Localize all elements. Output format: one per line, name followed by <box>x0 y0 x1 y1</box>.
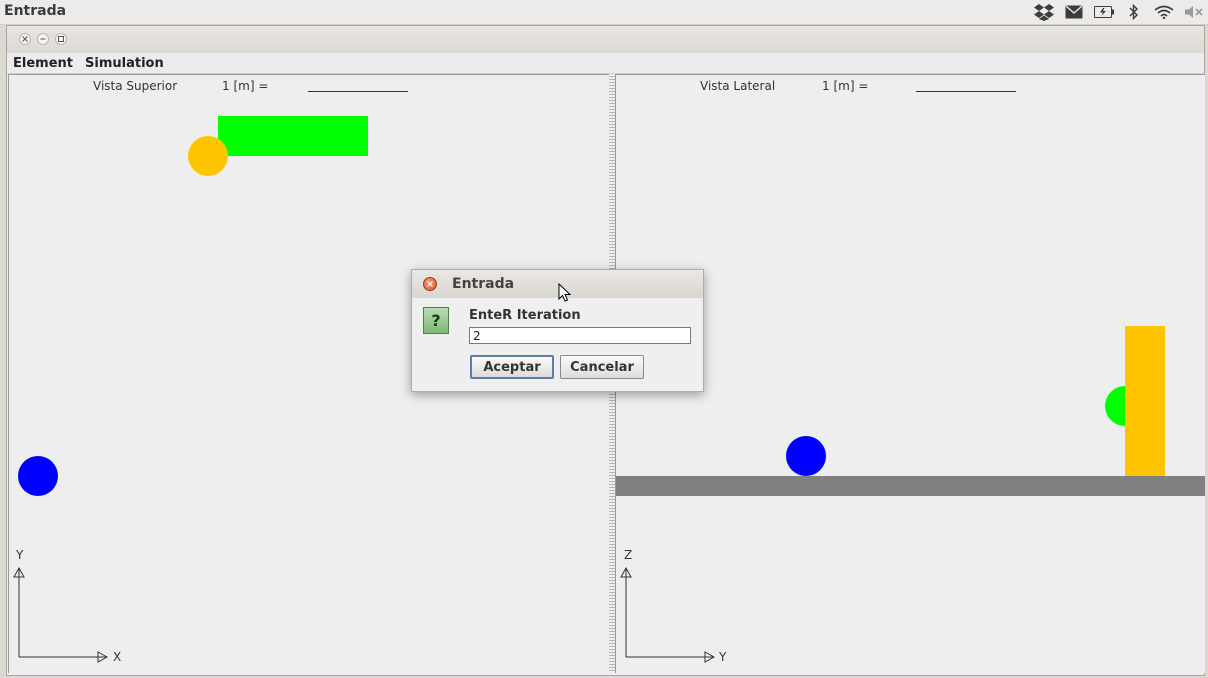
mouse-cursor-icon <box>558 283 572 302</box>
maximize-icon <box>58 36 64 42</box>
window-minimize-button[interactable] <box>37 33 49 45</box>
dialog-close-button[interactable] <box>423 277 437 291</box>
volume-muted-icon[interactable] <box>1184 2 1204 22</box>
bluetooth-icon[interactable] <box>1124 2 1144 22</box>
blue-circle-element-side[interactable] <box>786 436 826 476</box>
top-view-scale-label: 1 [m] = <box>222 79 269 93</box>
wifi-icon[interactable] <box>1154 2 1174 22</box>
minimize-icon <box>40 38 46 40</box>
side-view-scale-label: 1 [m] = <box>822 79 869 93</box>
close-icon <box>427 281 433 287</box>
yellow-element-side[interactable] <box>1125 326 1165 476</box>
close-icon <box>22 36 28 42</box>
side-view-axis-h-label: Y <box>719 650 727 664</box>
window-maximize-button[interactable] <box>55 33 67 45</box>
blue-circle-element[interactable] <box>18 456 58 496</box>
mail-icon[interactable] <box>1064 2 1084 22</box>
accept-button[interactable]: Aceptar <box>470 355 554 379</box>
system-top-panel: Entrada <box>0 0 1208 25</box>
window-titlebar[interactable] <box>7 26 1204 54</box>
side-view-title: Vista Lateral <box>700 79 776 93</box>
floor-plane <box>616 476 1205 496</box>
dialog-prompt: EnteR Iteration <box>469 308 581 323</box>
yellow-circle-element[interactable] <box>188 136 228 176</box>
window-close-button[interactable] <box>19 33 31 45</box>
app-title: Entrada <box>4 3 67 19</box>
side-view-axis-v-label: Z <box>624 548 633 562</box>
question-icon: ? <box>423 307 449 334</box>
dialog-title: Entrada <box>452 276 515 292</box>
top-view-title: Vista Superior <box>93 79 178 93</box>
top-view-axis-v-label: Y <box>16 548 24 562</box>
side-view-scale-bar <box>916 91 1016 92</box>
menu-simulation[interactable]: Simulation <box>79 56 170 71</box>
iteration-input[interactable] <box>469 327 691 344</box>
green-rectangle-element[interactable] <box>218 116 368 156</box>
dropbox-icon[interactable] <box>1034 2 1054 22</box>
top-view-scale-bar <box>308 91 408 92</box>
menu-element[interactable]: Element <box>7 56 79 71</box>
top-view-axes <box>13 566 109 663</box>
top-view-axis-h-label: X <box>113 650 122 664</box>
system-tray <box>1034 0 1208 24</box>
battery-icon[interactable] <box>1094 2 1114 22</box>
side-view-axes <box>620 566 716 663</box>
cancel-button[interactable]: Cancelar <box>560 355 644 379</box>
menubar: Element Simulation <box>7 53 1204 74</box>
